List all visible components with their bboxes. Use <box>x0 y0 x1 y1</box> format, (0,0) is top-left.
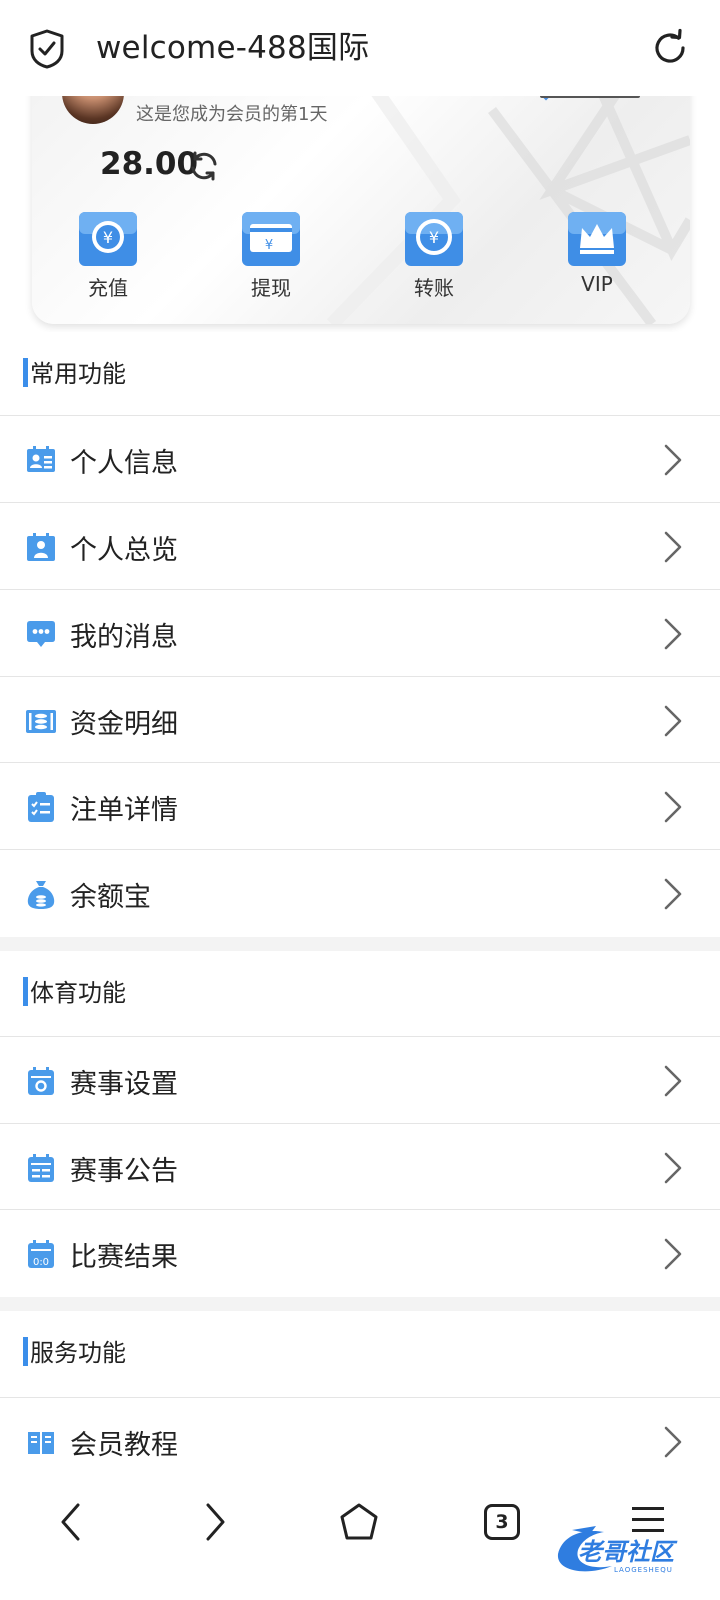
vip-button[interactable]: VIP <box>552 210 642 296</box>
deposit-label: 充值 <box>88 276 128 300</box>
page-title[interactable]: welcome-488国际 <box>96 26 369 70</box>
svg-text:0:0: 0:0 <box>33 1257 49 1268</box>
section-title: 服务功能 <box>30 1339 126 1367</box>
id-card-icon <box>27 446 55 472</box>
svg-text:¥: ¥ <box>429 228 439 247</box>
watermark-logo: 老哥社区 LAOGESHEQU <box>557 1526 678 1574</box>
menu-item-label: 会员教程 <box>70 1430 178 1461</box>
calendar-settings-icon <box>28 1067 54 1095</box>
chevron-right-icon <box>664 1426 682 1458</box>
section-divider <box>0 1297 720 1311</box>
member-card: 这是您成为会员的第1天 28.00 ¥ 充值 ¥ 提现 ¥ 转账 VIP <box>32 70 690 324</box>
back-icon[interactable] <box>58 1502 84 1542</box>
book-icon <box>28 1432 54 1454</box>
chevron-right-icon <box>664 878 682 910</box>
calendar-notice-icon <box>28 1154 54 1182</box>
withdraw-icon: ¥ <box>242 212 300 266</box>
menu-item-personal-overview[interactable]: 个人总览 <box>0 502 720 589</box>
chevron-right-icon <box>664 531 682 563</box>
withdraw-label: 提现 <box>251 276 291 300</box>
menu-item-label: 赛事公告 <box>70 1156 178 1187</box>
message-icon <box>27 621 55 647</box>
section-title: 常用功能 <box>30 360 126 388</box>
menu-item-member-tutorial[interactable]: 会员教程 <box>0 1397 720 1484</box>
menu-item-event-settings[interactable]: 赛事设置 <box>0 1036 720 1123</box>
svg-text:¥: ¥ <box>265 238 273 253</box>
home-icon[interactable] <box>339 1502 379 1542</box>
section-accent-bar <box>23 977 28 1006</box>
chevron-right-icon <box>664 618 682 650</box>
menu-item-balance-treasure[interactable]: 余额宝 <box>0 849 720 936</box>
menu-item-my-messages[interactable]: 我的消息 <box>0 589 720 676</box>
transfer-label: 转账 <box>414 276 454 300</box>
section-header-service: 服务功能 <box>0 1311 720 1393</box>
chevron-right-icon <box>664 1152 682 1184</box>
menu-item-label: 注单详情 <box>70 795 178 826</box>
membership-days: 这是您成为会员的第1天 <box>136 104 328 125</box>
vip-label: VIP <box>581 272 613 296</box>
section-header-sports: 体育功能 <box>0 951 720 1033</box>
section-accent-bar <box>23 1337 28 1366</box>
shield-icon[interactable] <box>29 29 65 69</box>
transfer-button[interactable]: ¥ 转账 <box>389 210 479 301</box>
withdraw-button[interactable]: ¥ 提现 <box>226 210 316 301</box>
menu-item-label: 个人总览 <box>70 535 178 566</box>
transfer-icon: ¥ <box>405 212 463 266</box>
deposit-button[interactable]: ¥ 充值 <box>63 210 153 301</box>
chevron-right-icon <box>664 705 682 737</box>
profile-overview-icon <box>27 533 55 561</box>
chevron-right-icon <box>664 791 682 823</box>
menu-item-label: 余额宝 <box>70 882 151 913</box>
chevron-right-icon <box>664 1238 682 1270</box>
chevron-right-icon <box>664 444 682 476</box>
menu-item-label: 比赛结果 <box>70 1242 178 1273</box>
refresh-balance-icon[interactable] <box>188 150 220 182</box>
menu-item-bet-details[interactable]: 注单详情 <box>0 762 720 849</box>
menu-item-match-results[interactable]: 0:0 比赛结果 <box>0 1209 720 1296</box>
menu-item-fund-details[interactable]: 资金明细 <box>0 676 720 763</box>
balance-value: 28.00 <box>100 146 199 182</box>
deposit-icon: ¥ <box>79 212 137 266</box>
menu-item-event-notice[interactable]: 赛事公告 <box>0 1123 720 1210</box>
menu-item-label: 我的消息 <box>70 622 178 653</box>
menu-item-label: 个人信息 <box>70 448 178 479</box>
section-accent-bar <box>23 358 28 387</box>
section-title: 体育功能 <box>30 979 126 1007</box>
vip-crown-icon <box>568 212 626 266</box>
menu-item-personal-info[interactable]: 个人信息 <box>0 415 720 502</box>
forward-icon[interactable] <box>202 1502 228 1542</box>
money-bag-icon <box>27 881 55 909</box>
reload-icon[interactable] <box>650 28 690 68</box>
browser-top-bar: welcome-488国际 <box>0 0 720 96</box>
section-divider <box>0 937 720 951</box>
menu-item-label: 赛事设置 <box>70 1069 178 1100</box>
menu-item-label: 资金明细 <box>70 709 178 740</box>
svg-text:老哥社区: 老哥社区 <box>578 1538 678 1566</box>
funds-icon <box>26 710 56 733</box>
tab-count-button[interactable]: 3 <box>484 1504 520 1540</box>
svg-text:LAOGESHEQU: LAOGESHEQU <box>614 1566 673 1574</box>
calendar-score-icon: 0:0 <box>28 1240 54 1268</box>
chevron-right-icon <box>664 1065 682 1097</box>
bet-list-icon <box>28 792 54 822</box>
section-header-common: 常用功能 <box>0 332 720 414</box>
svg-text:¥: ¥ <box>103 228 113 247</box>
